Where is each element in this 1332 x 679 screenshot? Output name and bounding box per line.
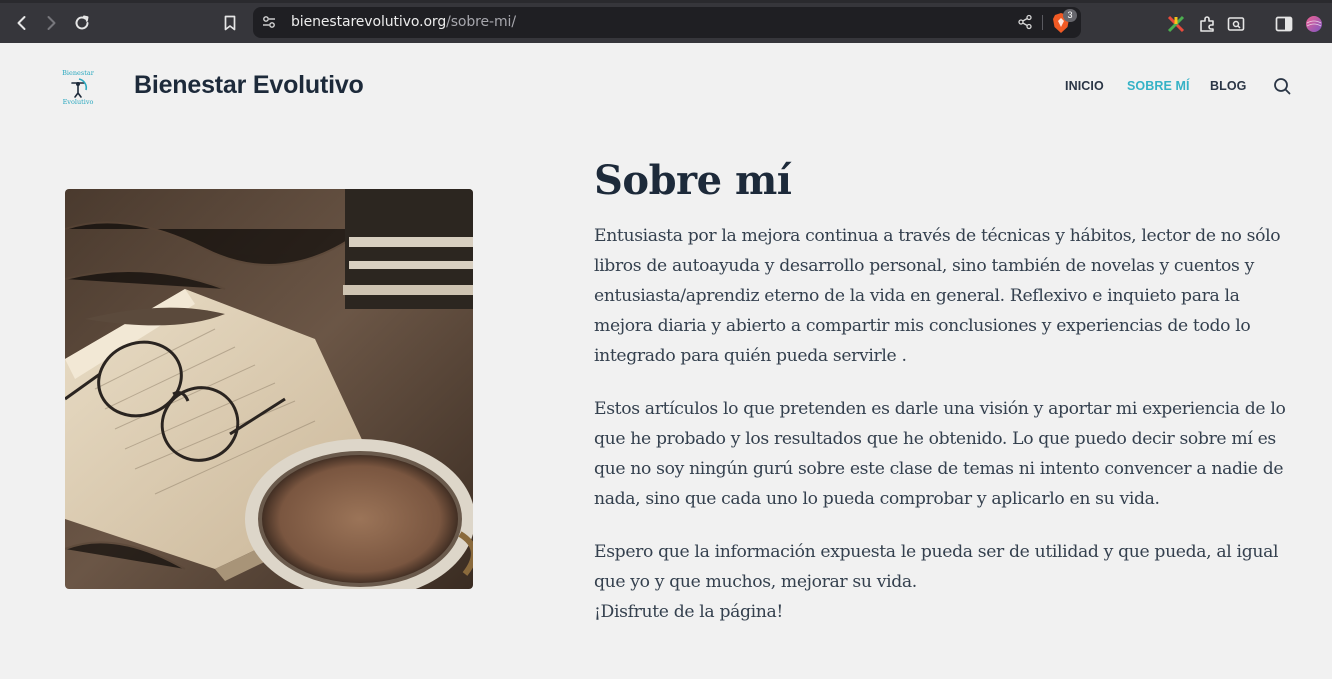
paragraph-closing-text: Espero que la información expuesta le pu… (594, 542, 1279, 592)
shield-count-badge: 3 (1063, 9, 1077, 22)
divider (1042, 15, 1043, 30)
share-icon[interactable] (1017, 14, 1033, 30)
extension-puzzle-color-icon[interactable] (1166, 14, 1186, 34)
reader-mode-icon[interactable] (1226, 14, 1246, 34)
url-text[interactable]: bienestarevolutivo.org/sobre-mi/ (291, 14, 516, 30)
paragraph-intro: Entusiasta por la mejora continua a trav… (594, 226, 1281, 366)
reload-icon (75, 15, 89, 30)
bookmark-button[interactable] (216, 9, 244, 37)
sidebar-toggle-icon[interactable] (1274, 14, 1294, 34)
about-photo (65, 189, 473, 589)
about-content: Entusiasta por la mejora continua a trav… (594, 221, 1294, 650)
paragraph-closing: Espero que la información expuesta le pu… (594, 537, 1294, 627)
closing-line: ¡Disfrute de la página! (594, 602, 783, 622)
site-logo[interactable]: Bienestar Evolutivo (60, 66, 96, 106)
browser-toolbar: bienestarevolutivo.org/sobre-mi/ 3 (0, 0, 1332, 43)
nav-item-blog[interactable]: BLOG (1210, 79, 1247, 93)
forward-button[interactable] (37, 9, 65, 37)
site-settings-icon[interactable] (261, 14, 277, 30)
reload-button[interactable] (68, 9, 96, 37)
chevron-left-icon (17, 16, 26, 30)
nav-item-sobre-mi[interactable]: SOBRE MÍ (1127, 79, 1190, 93)
url-domain: bienestarevolutivo.org (291, 14, 447, 30)
logo-text-top: Bienestar (62, 69, 95, 77)
logo-text-bottom: Evolutivo (63, 98, 94, 106)
profile-avatar-icon[interactable] (1304, 14, 1324, 34)
url-path: /sobre-mi/ (446, 14, 516, 30)
bookmark-icon (224, 15, 236, 31)
address-bar[interactable]: bienestarevolutivo.org/sobre-mi/ 3 (253, 7, 1081, 38)
paragraph-articles: Estos artículos lo que pretenden es darl… (594, 399, 1286, 509)
page-title: Sobre mí (594, 157, 792, 204)
book-glasses-coffee-image (65, 189, 473, 589)
search-icon[interactable] (1272, 76, 1292, 96)
chevron-right-icon (47, 16, 56, 30)
nav-item-inicio[interactable]: INICIO (1065, 79, 1104, 93)
extensions-icon[interactable] (1197, 14, 1217, 34)
site-title[interactable]: Bienestar Evolutivo (134, 71, 364, 100)
back-button[interactable] (8, 9, 36, 37)
